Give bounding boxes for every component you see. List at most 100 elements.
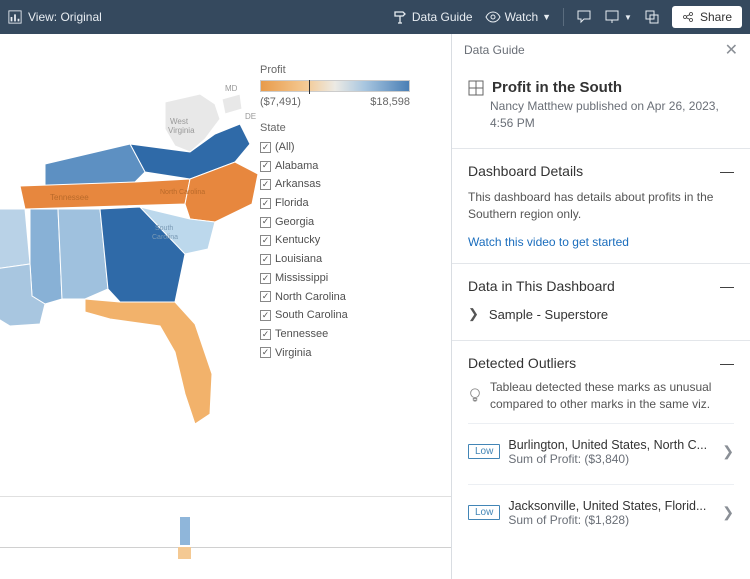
- checkbox-icon: ✓: [260, 347, 271, 358]
- minus-icon: —: [720, 163, 734, 179]
- share-icon: [682, 11, 694, 23]
- eye-icon: [485, 9, 501, 25]
- checkbox-icon: ✓: [260, 310, 271, 321]
- view-label: View: Original: [28, 10, 102, 24]
- state-alabama[interactable]: [58, 209, 108, 299]
- outlier-title: Jacksonville, United States, Florid...: [508, 499, 714, 513]
- state-filter-item[interactable]: ✓North Carolina: [260, 288, 420, 307]
- panel-title: Profit in the South: [492, 79, 622, 96]
- fullscreen-icon: [644, 9, 660, 25]
- caret-down-icon: ▼: [624, 13, 632, 22]
- watch-button[interactable]: Watch ▼: [479, 5, 557, 29]
- checkbox-icon: ✓: [260, 273, 271, 284]
- dashboard-details-toggle[interactable]: Dashboard Details —: [468, 163, 734, 179]
- dashboard-details-body: This dashboard has details about profits…: [468, 189, 734, 224]
- close-icon[interactable]: ✕: [725, 40, 738, 60]
- comment-icon: [576, 9, 592, 25]
- outlier-item[interactable]: Low Jacksonville, United States, Florid.…: [468, 484, 734, 535]
- state-filter-all[interactable]: ✓(All): [260, 138, 420, 157]
- axis-line: [0, 547, 451, 548]
- state-filter-item[interactable]: ✓Tennessee: [260, 325, 420, 344]
- panel-header-title: Data Guide: [464, 43, 525, 57]
- checkbox-icon: ✓: [260, 198, 271, 209]
- fullscreen-button[interactable]: [638, 5, 666, 29]
- minus-icon: —: [720, 278, 734, 294]
- data-section: Data in This Dashboard — ❯ Sample - Supe…: [452, 263, 750, 340]
- share-label: Share: [700, 10, 732, 24]
- legend-max: $18,598: [370, 96, 410, 108]
- data-guide-label: Data Guide: [412, 10, 473, 24]
- state-filter-list: ✓(All) ✓Alabama ✓Arkansas ✓Florida ✓Geor…: [260, 138, 420, 362]
- chevron-right-icon: ❯: [722, 443, 734, 460]
- chevron-right-icon: ❯: [468, 306, 479, 322]
- secondary-bar-chart[interactable]: [0, 496, 451, 571]
- watch-label: Watch: [505, 10, 539, 24]
- comment-button[interactable]: [570, 5, 598, 29]
- minus-icon: —: [720, 355, 734, 371]
- chevron-right-icon: ❯: [722, 504, 734, 521]
- state-filter-item[interactable]: ✓Virginia: [260, 344, 420, 363]
- md-label: MD: [225, 84, 238, 93]
- checkbox-icon: ✓: [260, 217, 271, 228]
- top-toolbar: View: Original Data Guide Watch ▼ ▼ Shar…: [0, 0, 750, 34]
- state-filter-item[interactable]: ✓Kentucky: [260, 231, 420, 250]
- state-filter-item[interactable]: ✓Alabama: [260, 157, 420, 176]
- dashboard-details-section: Dashboard Details — This dashboard has d…: [452, 148, 750, 264]
- datasource-row[interactable]: ❯ Sample - Superstore: [468, 302, 734, 326]
- wv-label2: Virginia: [168, 126, 195, 135]
- legend-title: Profit: [260, 64, 420, 76]
- state-filter-item[interactable]: ✓Louisiana: [260, 250, 420, 269]
- dashboard-icon: [468, 80, 484, 96]
- video-link[interactable]: Watch this video to get started: [468, 235, 734, 249]
- publish-info: Nancy Matthew published on Apr 26, 2023,…: [452, 98, 750, 148]
- data-section-toggle[interactable]: Data in This Dashboard —: [468, 278, 734, 294]
- legend-gradient: [260, 80, 410, 92]
- view-chip[interactable]: View: Original: [8, 10, 102, 24]
- viz-area: West Virginia MD DE Tennessee North Caro…: [0, 34, 452, 579]
- state-florida[interactable]: [85, 299, 212, 424]
- color-legend: Profit ($7,491) $18,598 State ✓(All) ✓Al…: [260, 64, 420, 362]
- checkbox-icon: ✓: [260, 142, 271, 153]
- state-filter-title: State: [260, 122, 420, 134]
- share-button[interactable]: Share: [672, 6, 742, 28]
- state-filter-item[interactable]: ✓Georgia: [260, 213, 420, 232]
- state-mississippi[interactable]: [30, 209, 62, 304]
- checkbox-icon: ✓: [260, 291, 271, 302]
- barchart-icon: [8, 10, 22, 24]
- choropleth-map[interactable]: West Virginia MD DE Tennessee North Caro…: [0, 64, 260, 434]
- caret-down-icon: ▼: [542, 12, 551, 22]
- outliers-toggle[interactable]: Detected Outliers —: [468, 355, 734, 371]
- legend-min: ($7,491): [260, 96, 301, 108]
- state-kentucky[interactable]: [45, 144, 145, 186]
- checkbox-icon: ✓: [260, 254, 271, 265]
- state-maryland: [222, 94, 242, 114]
- lightbulb-icon: [468, 379, 482, 413]
- checkbox-icon: ✓: [260, 235, 271, 246]
- outliers-intro-text: Tableau detected these marks as unusual …: [490, 379, 734, 413]
- state-filter-item[interactable]: ✓South Carolina: [260, 306, 420, 325]
- tn-label: Tennessee: [50, 193, 89, 202]
- datasource-name: Sample - Superstore: [489, 307, 608, 322]
- state-filter-item[interactable]: ✓Mississippi: [260, 269, 420, 288]
- state-filter-item[interactable]: ✓Florida: [260, 194, 420, 213]
- present-button[interactable]: ▼: [598, 5, 638, 29]
- data-guide-button[interactable]: Data Guide: [386, 5, 479, 29]
- outlier-sub: Sum of Profit: ($1,828): [508, 513, 714, 527]
- state-arkansas[interactable]: [0, 209, 30, 269]
- de-label: DE: [245, 112, 256, 121]
- checkbox-icon: ✓: [260, 329, 271, 340]
- legend-tick: [309, 80, 310, 94]
- checkbox-icon: ✓: [260, 161, 271, 172]
- outlier-title: Burlington, United States, North C...: [508, 438, 714, 452]
- data-guide-panel: Data Guide ✕ Profit in the South Nancy M…: [452, 34, 750, 579]
- low-tag: Low: [468, 505, 500, 520]
- bar-negative: [178, 547, 191, 559]
- outliers-section: Detected Outliers — Tableau detected the…: [452, 340, 750, 549]
- outlier-sub: Sum of Profit: ($3,840): [508, 452, 714, 466]
- checkbox-icon: ✓: [260, 179, 271, 190]
- outlier-item[interactable]: Low Burlington, United States, North C..…: [468, 423, 734, 474]
- state-filter-item[interactable]: ✓Arkansas: [260, 175, 420, 194]
- signpost-icon: [392, 9, 408, 25]
- presentation-icon: [604, 9, 620, 25]
- nc-label: North Carolina: [160, 189, 205, 196]
